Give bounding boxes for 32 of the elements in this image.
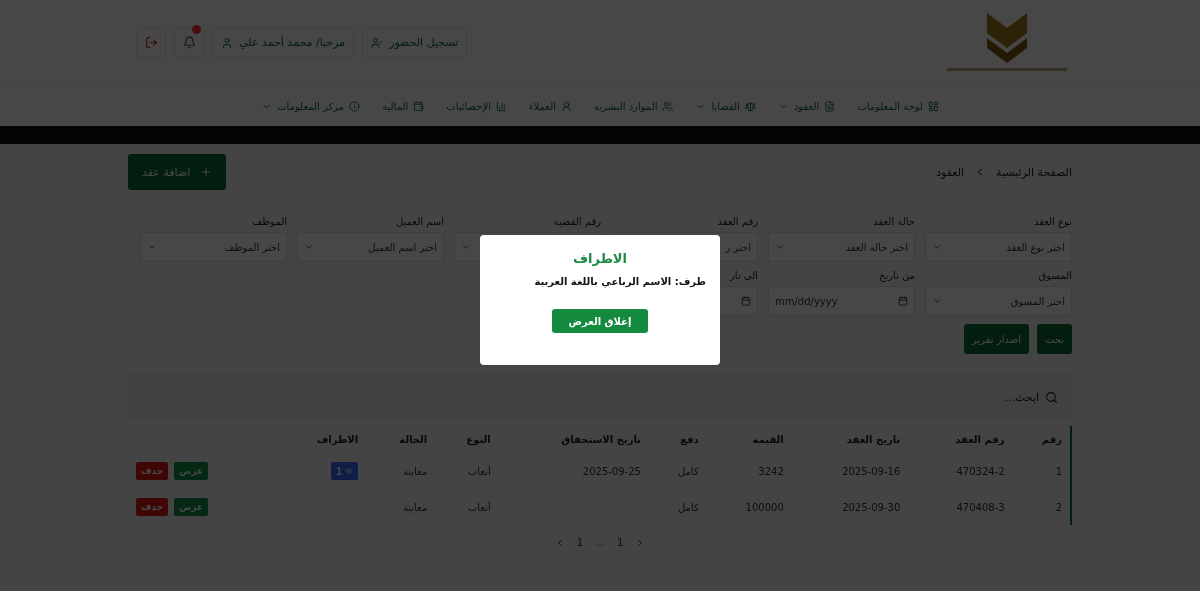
column-header: تاريخ العقد (845, 433, 902, 448)
breadcrumb-link[interactable]: العقود (936, 165, 965, 179)
close-button[interactable]: إغلاق العرض (552, 309, 648, 333)
column-header: تاريخ الاستحقاق (560, 433, 642, 448)
field-label: حالة العقد (872, 216, 915, 227)
field-label: الموظف (250, 216, 287, 227)
modal-text: طرف: الاسم الرباعي باللغة العربية (533, 276, 707, 287)
field-label: نوع العقد (1032, 216, 1072, 227)
page-link[interactable]: … (595, 537, 605, 548)
field-label: من تاريخ (877, 270, 915, 281)
column-header: رقم العقد (954, 433, 1006, 447)
search-field[interactable]: ابحث... (1004, 390, 1058, 404)
nav-item[interactable]: مركز المعلومات (261, 100, 361, 112)
nav-item[interactable]: الموارد البشرية (594, 100, 674, 112)
breadcrumb-link[interactable]: الصفحة الرئيسية (996, 165, 1072, 179)
column-header: القيمة (751, 433, 785, 447)
nav-item[interactable]: القضايا (695, 100, 756, 112)
nav-item[interactable]: لوحة المعلومات (857, 100, 939, 112)
nav-item[interactable]: العملاء (528, 100, 573, 112)
field-label: اسم العميل (395, 216, 444, 227)
field-label: رقم العقد (716, 216, 758, 227)
modal-title: الاطراف (573, 251, 627, 266)
column-header: النوع (465, 433, 492, 448)
column-header: دفع (679, 433, 700, 448)
nav-item[interactable]: المالية (382, 100, 425, 112)
field-label: رقم القضية (552, 216, 601, 227)
column-header: الحالة (398, 433, 429, 447)
column-header: رقم (1012, 426, 1071, 453)
field-label: المسوق (1037, 270, 1072, 281)
nav-item[interactable]: العقود (777, 100, 836, 112)
nav-item[interactable]: الإحصائيات (446, 100, 507, 112)
column-header: الاطراف (315, 433, 360, 447)
